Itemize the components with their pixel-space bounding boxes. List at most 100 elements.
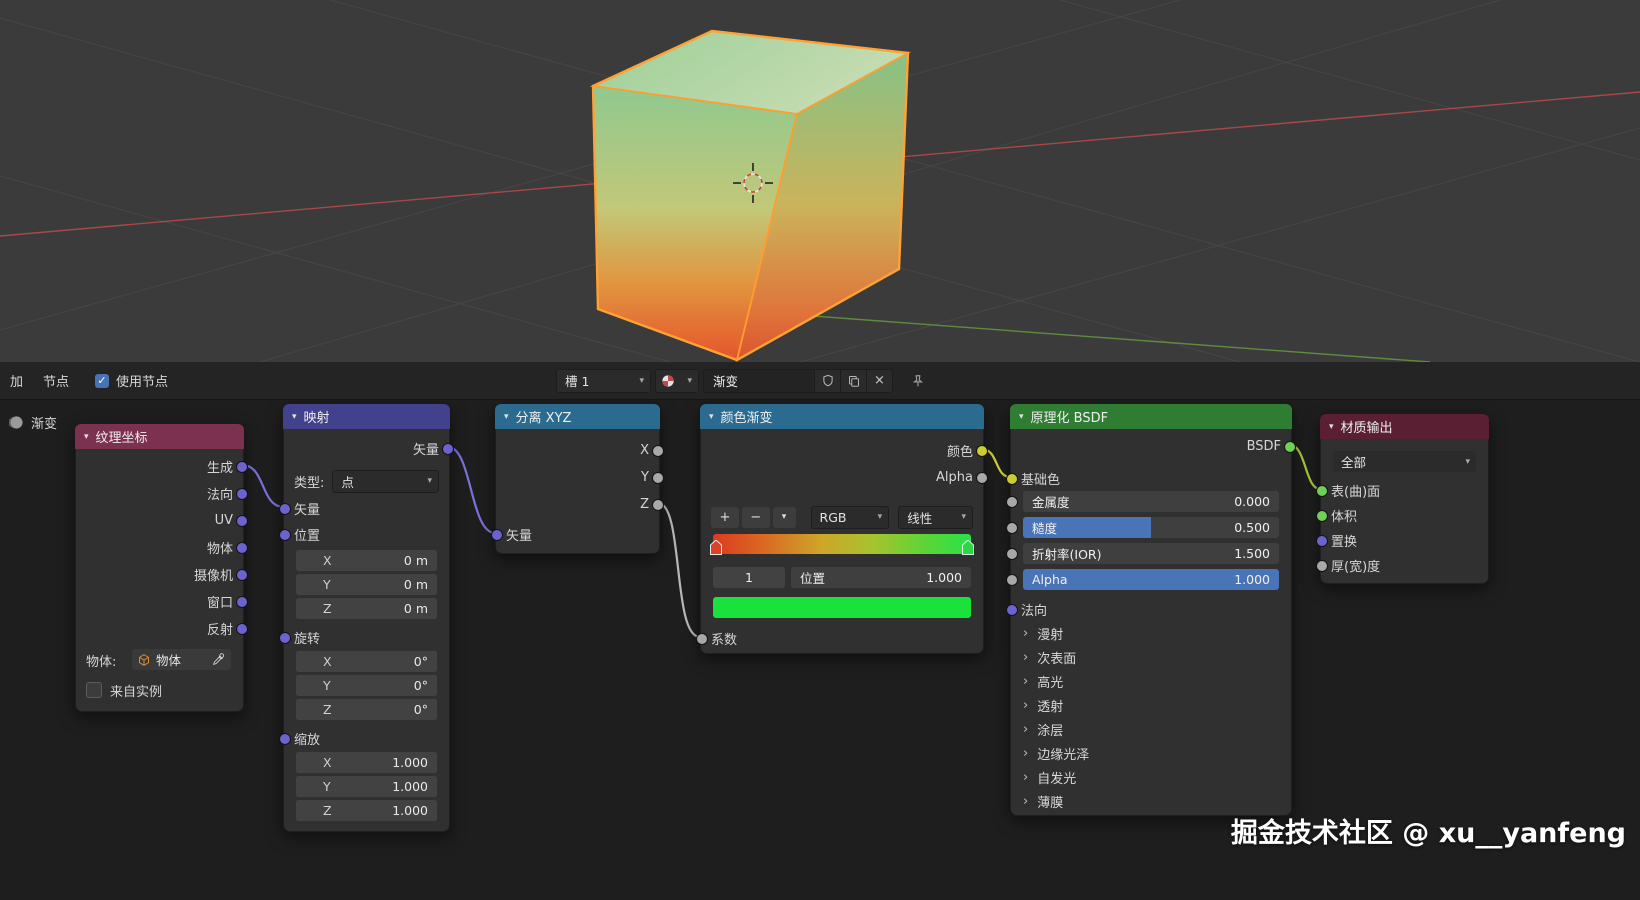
active-stop-index-field[interactable]: 1 — [713, 567, 785, 588]
socket-input-normal[interactable] — [1006, 604, 1018, 616]
scale-y-field[interactable]: Y 1.000 — [296, 776, 437, 797]
section-coat[interactable]: › 涂层 — [1023, 718, 1281, 740]
socket-input-vector[interactable] — [279, 503, 291, 515]
node-material-output[interactable]: ▾ 材质输出 全部 ▾ 表(曲)面 体积 置换 厚(宽)度 — [1316, 414, 1489, 584]
socket-output-reflection[interactable] — [236, 623, 248, 635]
node-color-ramp[interactable]: ▾ 颜色渐变 颜色 Alpha + − ▾ RGB ▾ 线性 ▾ 1 位置 1.… — [696, 404, 988, 654]
node-texture-coordinate[interactable]: ▾ 纹理坐标 生成 法向 UV 物体 摄像机 窗口 反射 物体: 物体 来自实例 — [75, 424, 248, 712]
socket-input-displacement[interactable] — [1316, 535, 1328, 547]
object-picker-field[interactable]: 物体 — [132, 649, 231, 670]
socket-output-camera[interactable] — [236, 569, 248, 581]
scale-x-field[interactable]: X 1.000 — [296, 752, 437, 773]
rotation-y-field[interactable]: Y 0° — [296, 675, 437, 696]
socket-input-ior[interactable] — [1006, 548, 1018, 560]
section-subsurface[interactable]: › 次表面 — [1023, 646, 1281, 668]
roughness-slider[interactable]: 糙度 0.500 — [1023, 517, 1279, 538]
node-header-separate-xyz[interactable]: ▾ 分离 XYZ — [495, 404, 660, 429]
socket-input-base-color[interactable] — [1006, 473, 1018, 485]
chevron-down-icon: ▾ — [427, 476, 432, 486]
node-header-material-output[interactable]: ▾ 材质输出 — [1320, 414, 1489, 439]
ramp-options-dropdown[interactable]: ▾ — [772, 506, 796, 528]
section-transmission[interactable]: › 透射 — [1023, 694, 1281, 716]
viewport-3d[interactable] — [0, 0, 1640, 363]
remove-stop-button[interactable]: − — [741, 506, 770, 528]
use-nodes-checkbox[interactable]: ✓ — [95, 373, 110, 388]
socket-output-window[interactable] — [236, 596, 248, 608]
target-dropdown[interactable]: 全部 ▾ — [1333, 451, 1476, 472]
socket-input-thickness[interactable] — [1316, 560, 1328, 572]
node-principled-bsdf[interactable]: ▾ 原理化 BSDF BSDF 基础色 金属度 0.000 糙度 0.500 折… — [1006, 404, 1296, 816]
socket-output-x[interactable] — [652, 445, 664, 457]
fake-user-button[interactable] — [814, 369, 840, 392]
node-header-texture-coordinate[interactable]: ▾ 纹理坐标 — [75, 424, 244, 449]
socket-output-vector[interactable] — [442, 443, 454, 455]
eyedropper-icon[interactable] — [212, 653, 225, 666]
socket-output-z[interactable] — [652, 499, 664, 511]
collapse-arrow-icon[interactable]: ▾ — [504, 412, 509, 422]
socket-input-surface[interactable] — [1316, 485, 1328, 497]
ramp-stop-right[interactable] — [962, 539, 974, 559]
cube-object[interactable] — [589, 29, 911, 362]
socket-input-scale[interactable] — [279, 733, 291, 745]
interpolation-dropdown[interactable]: 线性 ▾ — [898, 505, 973, 529]
ior-slider[interactable]: 折射率(IOR) 1.500 — [1023, 543, 1279, 564]
socket-output-bsdf[interactable] — [1284, 441, 1296, 453]
section-sheen[interactable]: › 边缘光泽 — [1023, 742, 1281, 764]
ramp-active-color-swatch[interactable] — [713, 597, 971, 618]
socket-output-color[interactable] — [976, 445, 988, 457]
pin-button[interactable] — [906, 370, 930, 392]
socket-output-uv[interactable] — [236, 515, 248, 527]
color-ramp-gradient[interactable] — [710, 534, 974, 555]
rotation-x-field[interactable]: X 0° — [296, 651, 437, 672]
socket-input-rotation[interactable] — [279, 632, 291, 644]
collapse-arrow-icon[interactable]: ▾ — [292, 412, 297, 422]
node-separate-xyz[interactable]: ▾ 分离 XYZ X Y Z 矢量 — [491, 404, 664, 554]
node-header-principled-bsdf[interactable]: ▾ 原理化 BSDF — [1010, 404, 1292, 429]
menu-add[interactable]: 加 — [0, 371, 33, 390]
node-header-mapping[interactable]: ▾ 映射 — [283, 404, 450, 429]
socket-output-generated[interactable] — [236, 461, 248, 473]
collapse-arrow-icon[interactable]: ▾ — [1019, 412, 1024, 422]
collapse-arrow-icon[interactable]: ▾ — [1329, 422, 1334, 432]
section-diffuse[interactable]: › 漫射 — [1023, 622, 1281, 644]
collapse-arrow-icon[interactable]: ▾ — [84, 432, 89, 442]
socket-output-normal[interactable] — [236, 488, 248, 500]
location-z-field[interactable]: Z 0 m — [296, 598, 437, 619]
input-thickness-label: 厚(宽)度 — [1331, 559, 1381, 575]
location-x-field[interactable]: X 0 m — [296, 550, 437, 571]
unlink-material-button[interactable]: × — [866, 369, 892, 392]
socket-input-volume[interactable] — [1316, 510, 1328, 522]
section-thin-film[interactable]: › 薄膜 — [1023, 790, 1281, 812]
scale-z-field[interactable]: Z 1.000 — [296, 800, 437, 821]
socket-input-alpha[interactable] — [1006, 574, 1018, 586]
chevron-right-icon: › — [1023, 673, 1029, 689]
section-emission[interactable]: › 自发光 — [1023, 766, 1281, 788]
collapse-arrow-icon[interactable]: ▾ — [709, 412, 714, 422]
slot-dropdown[interactable]: 槽 1 ▾ — [556, 368, 651, 393]
stop-position-slider[interactable]: 位置 1.000 — [791, 567, 971, 588]
node-mapping[interactable]: ▾ 映射 矢量 类型: 点 ▾ 矢量 位置 X 0 m Y 0 m Z 0 m … — [279, 404, 454, 832]
socket-output-alpha[interactable] — [976, 472, 988, 484]
socket-input-location[interactable] — [279, 529, 291, 541]
socket-input-vector[interactable] — [491, 529, 503, 541]
metallic-slider[interactable]: 金属度 0.000 — [1023, 491, 1279, 512]
socket-output-object[interactable] — [236, 542, 248, 554]
location-y-field[interactable]: Y 0 m — [296, 574, 437, 595]
ramp-stop-left[interactable] — [710, 539, 722, 559]
socket-input-fac[interactable] — [696, 633, 708, 645]
material-name-field[interactable]: 渐变 — [704, 369, 814, 392]
from-instancer-checkbox[interactable] — [86, 682, 102, 698]
socket-input-metallic[interactable] — [1006, 496, 1018, 508]
rotation-z-field[interactable]: Z 0° — [296, 699, 437, 720]
section-specular[interactable]: › 高光 — [1023, 670, 1281, 692]
socket-input-roughness[interactable] — [1006, 522, 1018, 534]
menu-node[interactable]: 节点 — [33, 371, 79, 390]
type-dropdown[interactable]: 点 ▾ — [332, 469, 439, 493]
node-header-color-ramp[interactable]: ▾ 颜色渐变 — [700, 404, 984, 429]
new-material-button[interactable] — [840, 369, 866, 392]
socket-output-y[interactable] — [652, 472, 664, 484]
color-mode-dropdown[interactable]: RGB ▾ — [810, 505, 890, 529]
browse-material-button[interactable]: ▾ — [655, 368, 699, 393]
alpha-slider[interactable]: Alpha 1.000 — [1023, 569, 1279, 590]
add-stop-button[interactable]: + — [711, 506, 739, 528]
